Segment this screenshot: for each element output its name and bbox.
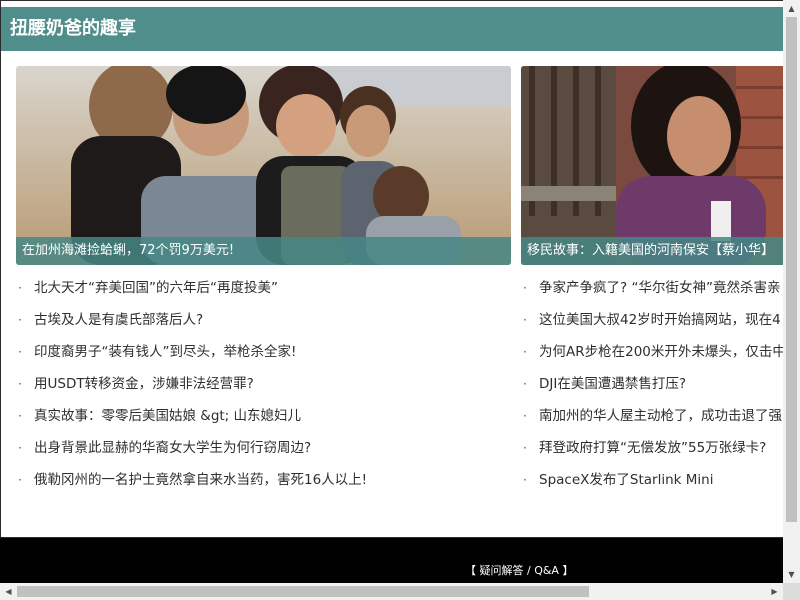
scroll-up-arrow-icon[interactable]: ▲	[783, 0, 800, 17]
news-list-left: · 北大天才“弃美回国”的六年后“再度投美” · 古埃及人是有虞氏部落后人? · 印度…	[18, 276, 513, 500]
list-item[interactable]: · 拜登政府打算“无偿发放”55万张绿卡?	[523, 436, 783, 468]
bullet-icon: ·	[18, 281, 22, 295]
scroll-left-arrow-icon[interactable]: ◀	[0, 583, 17, 600]
scroll-right-arrow-icon[interactable]: ▶	[766, 583, 783, 600]
bullet-icon: ·	[18, 377, 22, 391]
bullet-icon: ·	[523, 441, 527, 455]
list-item[interactable]: · 争家产争疯了? “华尔街女神”竟然杀害亲	[523, 276, 783, 308]
list-item-title[interactable]: 拜登政府打算“无偿发放”55万张绿卡?	[539, 440, 766, 456]
list-item-title[interactable]: 用USDT转移资金，涉嫌非法经营罪?	[34, 376, 254, 392]
news-list-right: · 争家产争疯了? “华尔街女神”竟然杀害亲 · 这位美国大叔42岁时开始搞网站，现…	[523, 276, 783, 500]
list-item-title[interactable]: 古埃及人是有虞氏部落后人?	[34, 312, 203, 328]
bullet-icon: ·	[523, 377, 527, 391]
featured-photo-family-beach	[16, 66, 511, 265]
vertical-scrollbar[interactable]: ▲ ▼	[783, 0, 800, 583]
horizontal-scroll-thumb[interactable]	[17, 586, 589, 597]
browser-viewport: 扭腰奶爸的趣享 在加州海滩捡蛤蜊，72个罚9万美元! 移民故事：入籍美国的河南保…	[0, 0, 783, 583]
bullet-icon: ·	[18, 441, 22, 455]
featured-caption[interactable]: 在加州海滩捡蛤蜊，72个罚9万美元!	[16, 237, 511, 265]
list-item[interactable]: · 南加州的华人屋主动枪了，成功击退了强	[523, 404, 783, 436]
page-footer: 【 疑问解答 / Q&A 】	[0, 538, 783, 583]
list-item[interactable]: · SpaceX发布了Starlink Mini	[523, 468, 783, 500]
list-item-title[interactable]: 俄勒冈州的一名护士竟然拿自来水当药，害死16人以上!	[34, 472, 367, 488]
page-content: 扭腰奶爸的趣享 在加州海滩捡蛤蜊，72个罚9万美元! 移民故事：入籍美国的河南保…	[0, 0, 783, 538]
scroll-down-arrow-icon[interactable]: ▼	[783, 566, 800, 583]
bullet-icon: ·	[523, 281, 527, 295]
faq-link[interactable]: 【 疑问解答 / Q&A 】	[465, 564, 573, 578]
list-item-title[interactable]: SpaceX发布了Starlink Mini	[539, 472, 713, 488]
bullet-icon: ·	[523, 473, 527, 487]
bullet-icon: ·	[18, 409, 22, 423]
horizontal-scrollbar[interactable]: ◀ ▶	[0, 583, 783, 600]
list-item[interactable]: · 俄勒冈州的一名护士竟然拿自来水当药，害死16人以上!	[18, 468, 513, 500]
list-item-title[interactable]: 北大天才“弃美回国”的六年后“再度投美”	[34, 280, 278, 296]
bullet-icon: ·	[18, 313, 22, 327]
list-item-title[interactable]: 这位美国大叔42岁时开始搞网站，现在4	[539, 312, 781, 328]
list-item-title[interactable]: DJI在美国遭遇禁售打压?	[539, 376, 686, 392]
list-item[interactable]: · DJI在美国遭遇禁售打压?	[523, 372, 783, 404]
featured-card-beach[interactable]: 在加州海滩捡蛤蜊，72个罚9万美元!	[16, 66, 511, 265]
featured-photo-woman-portrait	[521, 66, 783, 265]
bullet-icon: ·	[18, 473, 22, 487]
bullet-icon: ·	[523, 313, 527, 327]
site-header: 扭腰奶爸的趣享	[1, 7, 783, 51]
featured-caption[interactable]: 移民故事：入籍美国的河南保安【蔡小华】	[521, 237, 783, 265]
list-item[interactable]: · 真实故事：零零后美国姑娘 &gt; 山东媳妇儿	[18, 404, 513, 436]
list-item-title[interactable]: 南加州的华人屋主动枪了，成功击退了强	[539, 408, 782, 424]
list-item-title[interactable]: 争家产争疯了? “华尔街女神”竟然杀害亲	[539, 280, 780, 296]
vertical-scroll-thumb[interactable]	[786, 17, 797, 522]
list-item[interactable]: · 古埃及人是有虞氏部落后人?	[18, 308, 513, 340]
bullet-icon: ·	[18, 345, 22, 359]
list-item[interactable]: · 用USDT转移资金，涉嫌非法经营罪?	[18, 372, 513, 404]
bullet-icon: ·	[523, 345, 527, 359]
list-item-title[interactable]: 出身背景此显赫的华裔女大学生为何行窃周边?	[34, 440, 311, 456]
list-item[interactable]: · 印度裔男子“装有钱人”到尽头，举枪杀全家!	[18, 340, 513, 372]
list-item[interactable]: · 为何AR步枪在200米开外未爆头，仅击中	[523, 340, 783, 372]
list-item[interactable]: · 这位美国大叔42岁时开始搞网站，现在4	[523, 308, 783, 340]
list-item[interactable]: · 北大天才“弃美回国”的六年后“再度投美”	[18, 276, 513, 308]
site-title[interactable]: 扭腰奶爸的趣享	[10, 18, 136, 40]
bullet-icon: ·	[523, 409, 527, 423]
list-item-title[interactable]: 真实故事：零零后美国姑娘 &gt; 山东媳妇儿	[34, 408, 301, 424]
list-item-title[interactable]: 为何AR步枪在200米开外未爆头，仅击中	[539, 344, 783, 360]
scrollbar-corner	[783, 583, 800, 600]
list-item-title[interactable]: 印度裔男子“装有钱人”到尽头，举枪杀全家!	[34, 344, 296, 360]
list-item[interactable]: · 出身背景此显赫的华裔女大学生为何行窃周边?	[18, 436, 513, 468]
featured-card-immigrant[interactable]: 移民故事：入籍美国的河南保安【蔡小华】	[521, 66, 783, 265]
